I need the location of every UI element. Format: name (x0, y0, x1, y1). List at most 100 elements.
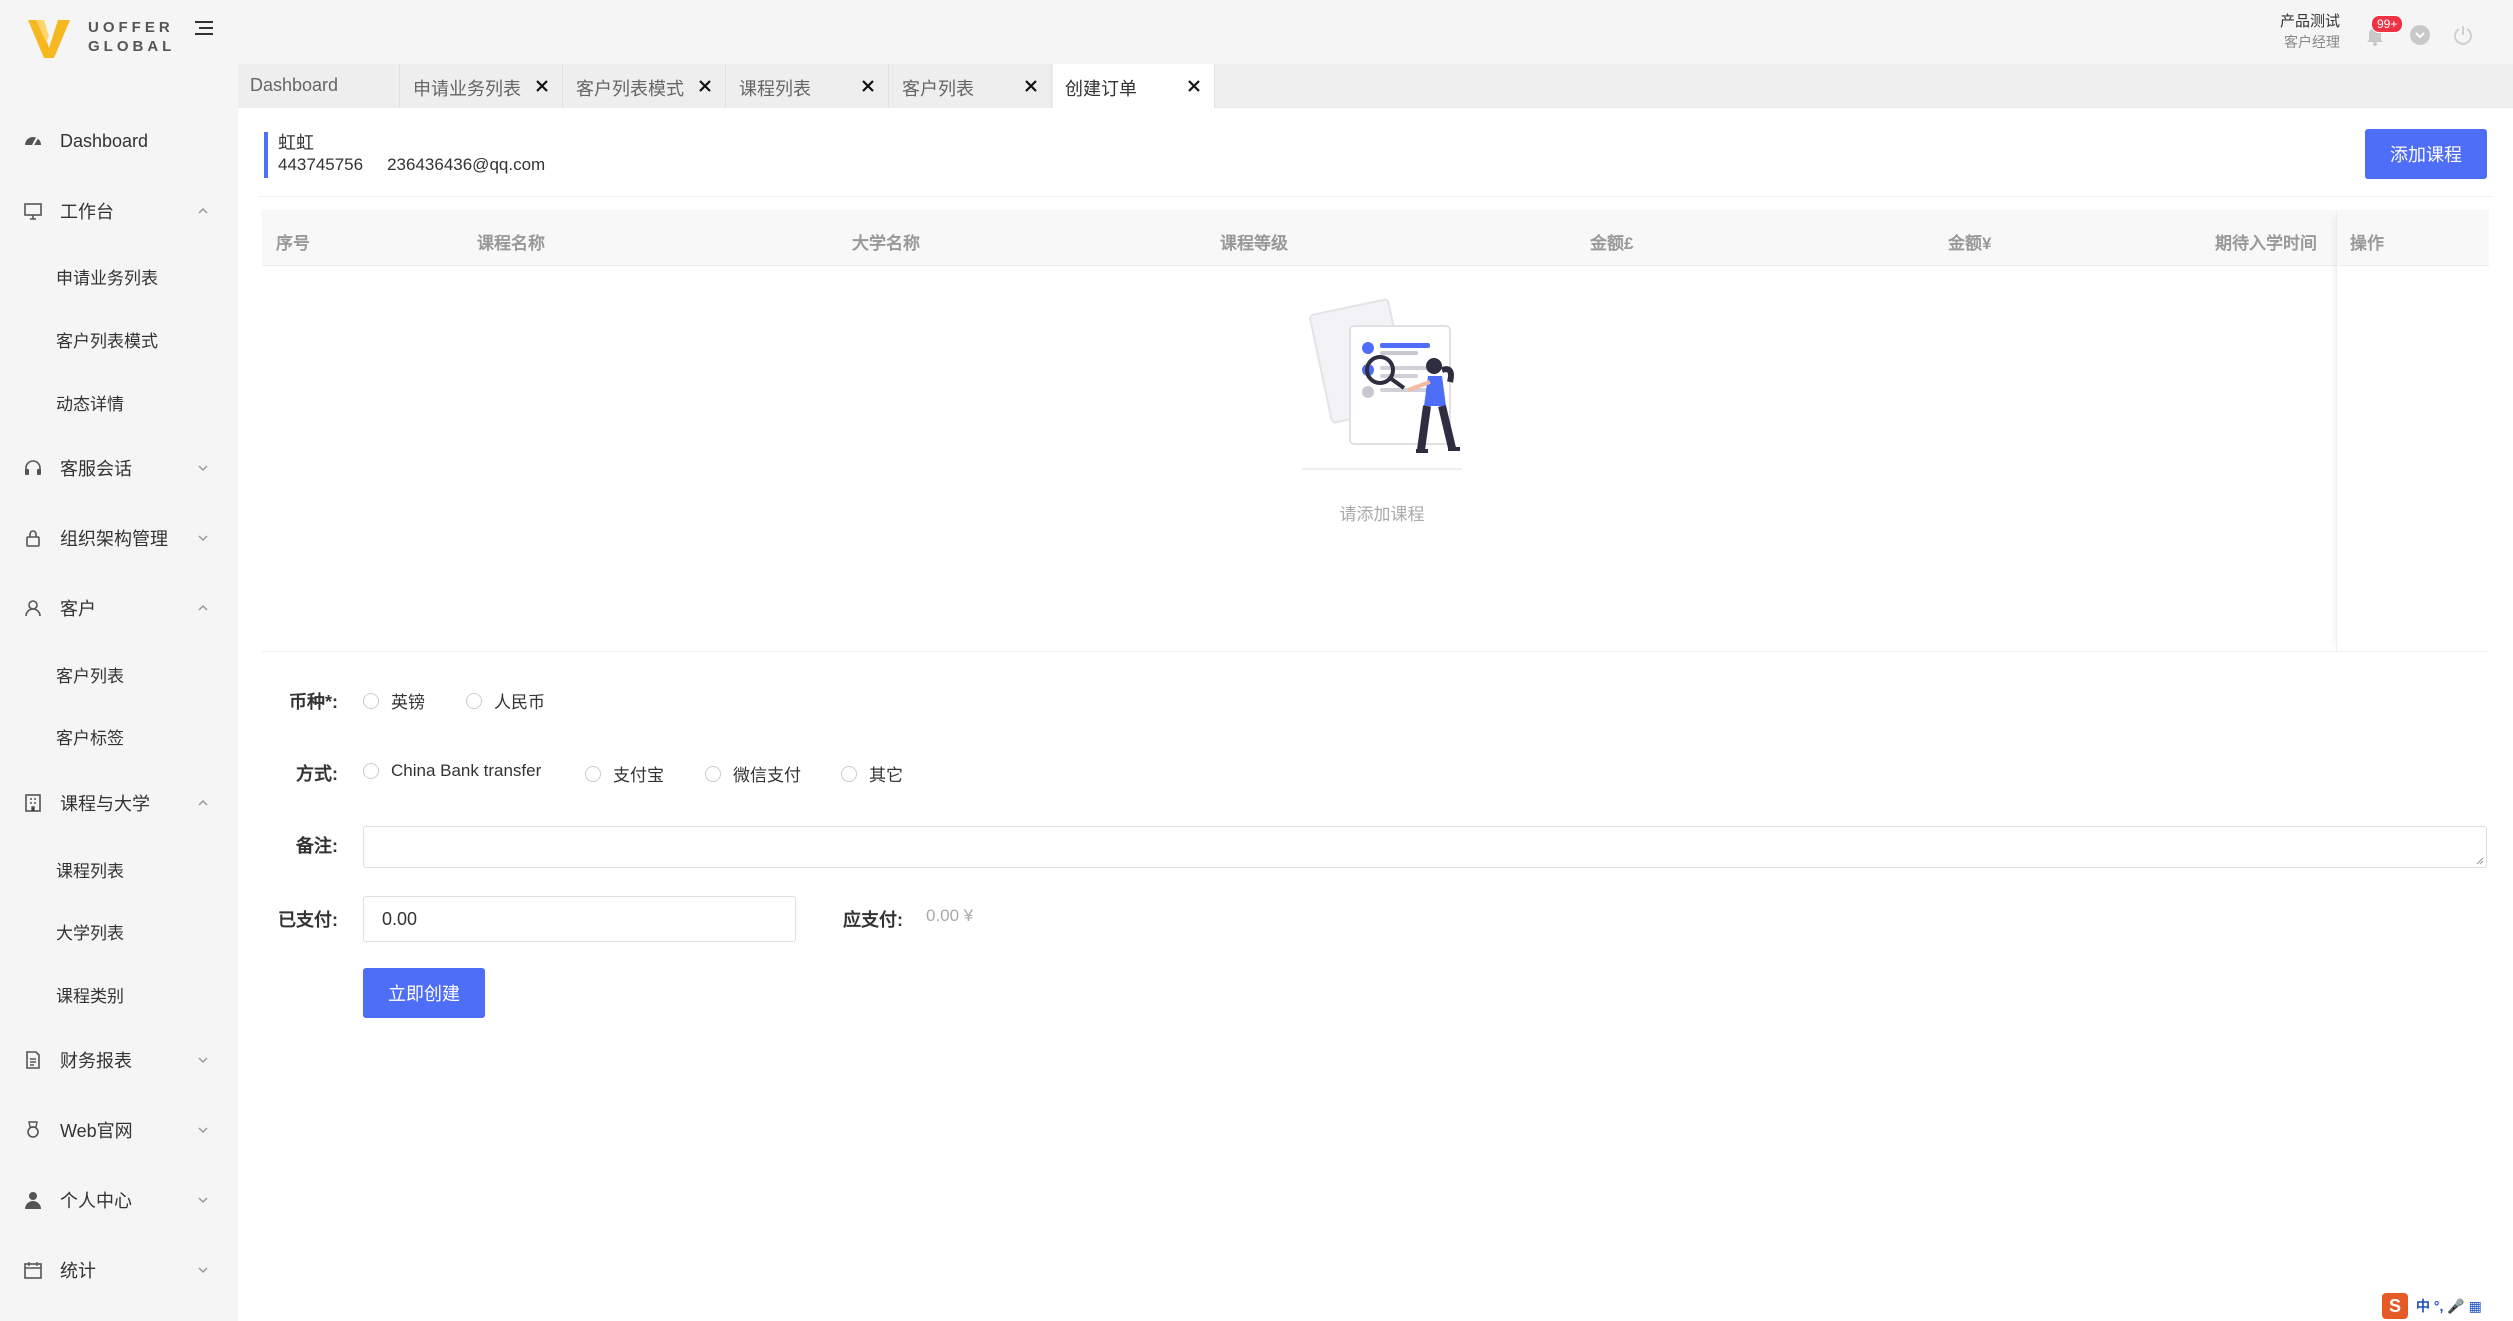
tab-application-list[interactable]: 申请业务列表 (401, 64, 563, 108)
close-icon[interactable] (697, 78, 713, 94)
sidebar: UOFFER GLOBAL Dashboard 工作台 申请业务列表 客户列表模… (0, 0, 238, 1321)
radio-label: 英镑 (391, 693, 425, 712)
sogou-logo-icon: S (2382, 1293, 2408, 1319)
chevron-down-icon (198, 1267, 208, 1274)
sidebar-item-label: 客服会话 (60, 459, 132, 479)
sidebar-item-finance[interactable]: 财务报表 (0, 1040, 238, 1080)
chevron-down-icon (198, 465, 208, 472)
close-icon[interactable] (534, 78, 550, 94)
main-content: 虹虹 443745756 236436436@qq.com 添加课程 序号 课程名… (238, 108, 2513, 1321)
tab-customer-list-mode[interactable]: 客户列表模式 (564, 64, 726, 108)
method-radio-other[interactable]: 其它 (841, 761, 903, 786)
sidebar-item-university-list[interactable]: 大学列表 (0, 913, 238, 949)
tab-customer-list[interactable]: 客户列表 (890, 64, 1052, 108)
column-header-start-date: 期待入学时间 (2215, 234, 2317, 253)
column-header-amount-cny: 金额¥ (1948, 234, 1992, 253)
sidebar-item-customer-list-mode[interactable]: 客户列表模式 (0, 321, 238, 357)
sidebar-item-label: 客户 (60, 599, 96, 619)
tab-course-list[interactable]: 课程列表 (727, 64, 889, 108)
chevron-up-icon (198, 799, 208, 806)
radio-label: 其它 (869, 766, 903, 785)
sidebar-item-label: 课程与大学 (60, 794, 150, 814)
document-icon (22, 1049, 44, 1071)
create-now-button[interactable]: 立即创建 (363, 968, 485, 1018)
sidebar-item-application-list[interactable]: 申请业务列表 (0, 258, 238, 294)
sidebar-item-web[interactable]: Web官网 (0, 1110, 238, 1150)
sidebar-item-customer-list[interactable]: 客户列表 (0, 656, 238, 692)
medal-icon (22, 1119, 44, 1141)
sidebar-item-customer[interactable]: 客户 (0, 588, 238, 628)
sidebar-item-label: 统计 (60, 1261, 96, 1281)
column-header-university: 大学名称 (852, 234, 920, 253)
radio-circle (705, 765, 721, 782)
sidebar-item-label: Dashboard (60, 130, 149, 151)
sidebar-item-course-list[interactable]: 课程列表 (0, 851, 238, 887)
radio-circle (841, 765, 857, 782)
sidebar-item-customer-tags[interactable]: 客户标签 (0, 718, 238, 754)
currency-label: 币种*: (289, 692, 338, 712)
sidebar-item-statistics[interactable]: 统计 (0, 1250, 238, 1290)
close-icon[interactable] (1023, 78, 1039, 94)
sidebar-item-course-category[interactable]: 课程类别 (0, 976, 238, 1012)
column-header-course-name: 课程名称 (477, 234, 545, 253)
notification-badge: 99+ (2371, 15, 2404, 33)
tab-label: 客户列表模式 (576, 79, 684, 99)
remark-label: 备注: (296, 836, 338, 856)
sidebar-item-label: 客户标签 (56, 728, 124, 748)
power-icon[interactable] (2452, 24, 2474, 46)
chevron-down-icon (198, 1127, 208, 1134)
sidebar-item-label: 客户列表 (56, 666, 124, 686)
sidebar-item-dashboard[interactable]: Dashboard (0, 121, 238, 161)
sidebar-item-profile[interactable]: 个人中心 (0, 1180, 238, 1220)
sidebar-item-label: 申请业务列表 (56, 268, 158, 288)
sidebar-item-customer-service[interactable]: 客服会话 (0, 448, 238, 488)
paid-label: 已支付: (278, 910, 338, 930)
method-radio-wechat[interactable]: 微信支付 (705, 761, 801, 786)
tab-dashboard[interactable]: Dashboard (238, 64, 400, 108)
resize-handle-icon[interactable] (2476, 857, 2484, 865)
radio-circle (363, 763, 379, 779)
empty-state-text: 请添加课程 (1339, 505, 1425, 524)
radio-label: 支付宝 (613, 766, 664, 785)
user-icon (22, 597, 44, 619)
currency-radio-cny[interactable]: 人民币 (466, 688, 545, 713)
method-radio-bank-transfer[interactable]: China Bank transfer (363, 761, 541, 781)
chevron-circle-icon[interactable] (2409, 24, 2431, 46)
user-info[interactable]: 产品测试 客户经理 (2280, 12, 2340, 52)
headset-icon (22, 457, 44, 479)
paid-amount-input[interactable]: 0.00 (363, 896, 796, 942)
tab-create-order[interactable]: 创建订单 (1053, 64, 1215, 108)
logo-text: UOFFER GLOBAL (88, 18, 175, 56)
close-icon[interactable] (1186, 78, 1202, 94)
dashboard-icon (22, 130, 44, 152)
user-role: 客户经理 (2284, 34, 2340, 50)
empty-state-illustration (1262, 298, 1502, 498)
building-icon (22, 792, 44, 814)
menu-toggle-icon[interactable] (194, 20, 214, 36)
person-icon (22, 1189, 44, 1211)
add-course-button[interactable]: 添加课程 (2365, 129, 2487, 179)
ime-toolbar[interactable]: S 中 °, 🎤 ▦ (2382, 1293, 2508, 1319)
sidebar-item-label: 客户列表模式 (56, 331, 158, 351)
sidebar-item-courses-universities[interactable]: 课程与大学 (0, 783, 238, 823)
chevron-up-icon (198, 604, 208, 611)
sidebar-item-label: 个人中心 (60, 1191, 132, 1211)
method-radio-alipay[interactable]: 支付宝 (585, 761, 664, 786)
sidebar-item-label: 工作台 (60, 202, 114, 222)
sidebar-item-organization[interactable]: 组织架构管理 (0, 518, 238, 558)
sidebar-item-workbench[interactable]: 工作台 (0, 191, 238, 231)
tab-label: 客户列表 (902, 79, 974, 99)
tab-bar: Dashboard 申请业务列表 客户列表模式 课程列表 客户列表 创建订单 (238, 64, 2513, 108)
sidebar-item-label: 课程列表 (56, 861, 124, 881)
sidebar-item-label: 组织架构管理 (60, 529, 168, 549)
sidebar-item-activity-detail[interactable]: 动态详情 (0, 384, 238, 420)
column-header-amount-gbp: 金额£ (1590, 234, 1634, 253)
currency-radio-gbp[interactable]: 英镑 (363, 688, 425, 713)
radio-circle (466, 692, 482, 709)
remark-textarea[interactable] (363, 826, 2487, 868)
sidebar-item-label: 财务报表 (60, 1051, 132, 1071)
column-header-course-level: 课程等级 (1220, 234, 1288, 253)
lock-icon (22, 527, 44, 549)
app-root: UOFFER GLOBAL Dashboard 工作台 申请业务列表 客户列表模… (0, 0, 2513, 1321)
close-icon[interactable] (860, 78, 876, 94)
